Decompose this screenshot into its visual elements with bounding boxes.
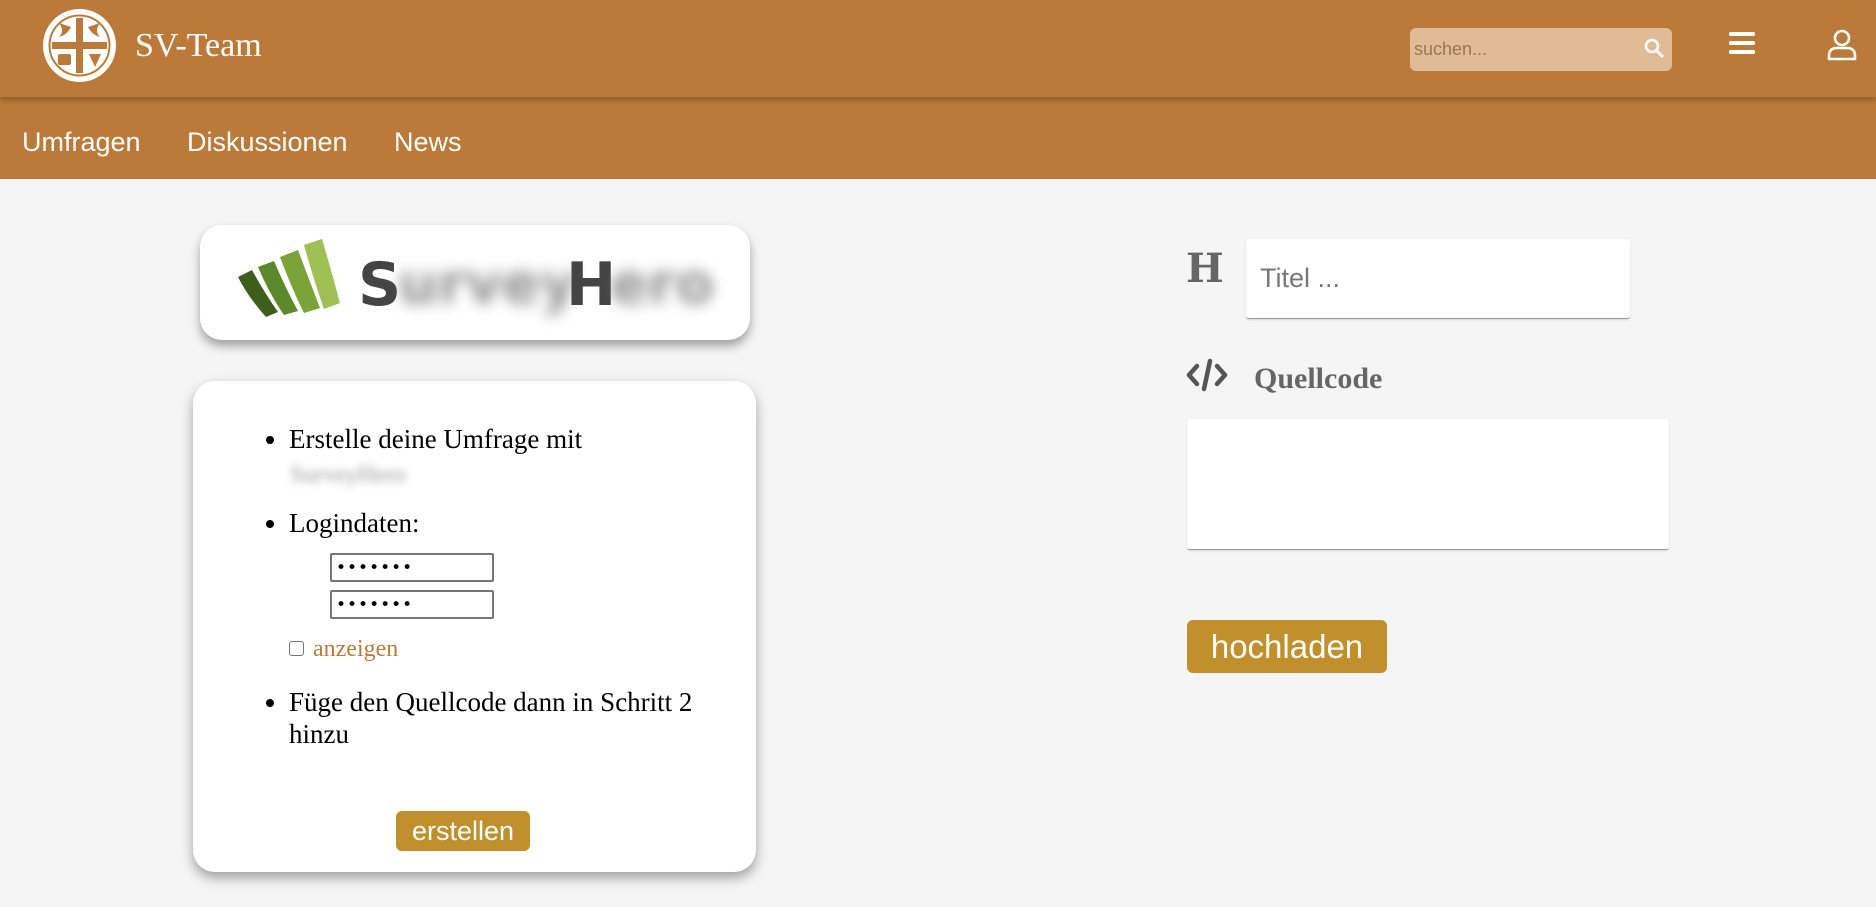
- search-input[interactable]: [1410, 28, 1630, 71]
- blurred-service-name: SurveyHero: [290, 462, 406, 488]
- step-paste-code-line1: Füge den Quellcode dann in Schritt 2: [289, 687, 693, 717]
- login-password-field[interactable]: [330, 590, 494, 619]
- step-login-label: Logindaten:: [289, 508, 420, 538]
- search-icon[interactable]: [1644, 38, 1664, 58]
- top-header: SV-Team: [0, 0, 1876, 97]
- brand-letter-h: H: [566, 250, 617, 320]
- site-title[interactable]: SV-Team: [135, 26, 262, 66]
- hamburger-menu-icon[interactable]: [1729, 30, 1755, 56]
- bullet: [266, 699, 274, 707]
- brand-blurred-text-2: ero: [610, 252, 715, 317]
- show-password-label[interactable]: anzeigen: [313, 635, 398, 663]
- brand-letter-s: S: [358, 250, 402, 320]
- step-create-survey: Erstelle deine Umfrage mit: [289, 424, 583, 454]
- nav-item-news[interactable]: News: [394, 126, 462, 158]
- code-icon: [1186, 358, 1228, 392]
- heading-icon: H: [1186, 245, 1224, 292]
- school-crest-icon[interactable]: [43, 9, 116, 82]
- upload-button[interactable]: hochladen: [1187, 620, 1387, 673]
- show-password-checkbox[interactable]: [289, 641, 304, 656]
- source-code-label: Quellcode: [1254, 362, 1383, 395]
- nav-item-umfragen[interactable]: Umfragen: [22, 126, 141, 158]
- source-code-textarea[interactable]: [1187, 419, 1669, 550]
- surveyhero-logo: S urvey H ero: [200, 225, 750, 340]
- bullet: [266, 436, 274, 444]
- login-username-field[interactable]: [330, 553, 494, 582]
- brand-blurred-text-1: urvey: [398, 252, 577, 317]
- step-paste-code-line2: hinzu: [289, 719, 349, 749]
- create-button[interactable]: erstellen: [396, 811, 530, 851]
- search-box: [1410, 28, 1672, 71]
- nav-item-diskussionen[interactable]: Diskussionen: [187, 126, 348, 158]
- title-input[interactable]: [1246, 239, 1630, 319]
- bullet: [266, 520, 274, 528]
- user-icon[interactable]: [1827, 29, 1857, 61]
- surveyhero-wave-icon: [238, 239, 340, 317]
